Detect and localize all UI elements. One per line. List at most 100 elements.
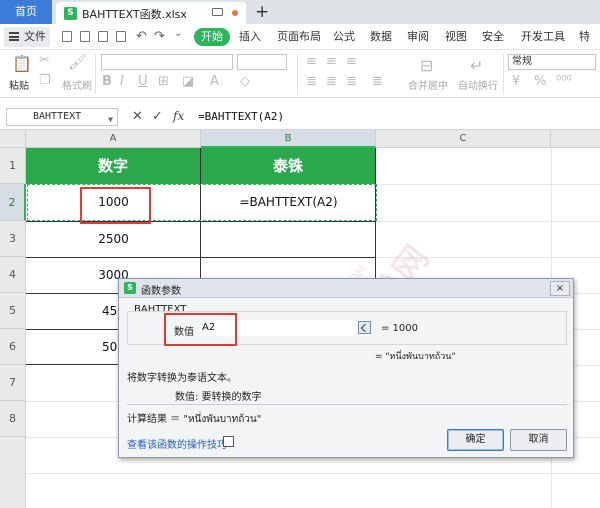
cut-icon[interactable]: ✂ bbox=[39, 53, 50, 68]
cell-b1[interactable]: 泰铢 bbox=[201, 148, 376, 184]
select-all-corner[interactable] bbox=[0, 130, 26, 148]
function-result-preview: = "หนึ่งพันบาทถ้วน" bbox=[375, 352, 456, 362]
dialog-divider bbox=[127, 404, 567, 405]
formula-bar: BAHTTEXT ▼ ✕ ✓ fx =BAHTTEXT(A2) bbox=[0, 104, 600, 130]
table-border bbox=[26, 257, 376, 258]
font-name-select[interactable] bbox=[101, 54, 233, 70]
row-header-7[interactable]: 7 bbox=[0, 365, 26, 401]
screen-icon[interactable] bbox=[212, 8, 223, 16]
ribbon-divider bbox=[95, 54, 96, 94]
row-header-6[interactable]: 6 bbox=[0, 329, 26, 365]
name-box-value: BAHTTEXT bbox=[33, 111, 82, 122]
chevron-down-icon[interactable]: ⌄ bbox=[174, 28, 182, 39]
close-icon[interactable]: × bbox=[550, 281, 570, 296]
collapse-dialog-icon[interactable] bbox=[358, 321, 371, 334]
wrap-text-icon[interactable]: ↵ bbox=[470, 56, 483, 75]
save-icon[interactable] bbox=[62, 31, 72, 42]
clear-format-icon[interactable]: ◇ bbox=[240, 74, 250, 89]
paste-button[interactable]: 粘贴 bbox=[9, 77, 29, 92]
file-tab-label: BAHTTEXT函数.xlsx bbox=[82, 8, 187, 21]
tab-start[interactable]: 开始 bbox=[194, 28, 230, 46]
thousands-icon[interactable]: ⁰⁰⁰ bbox=[556, 74, 572, 89]
fill-color-icon[interactable]: ◪ bbox=[182, 74, 194, 89]
cell-a3[interactable]: 2500 bbox=[26, 221, 201, 257]
home-tab[interactable]: 首页 bbox=[0, 0, 52, 24]
column-header-c[interactable]: C bbox=[376, 130, 551, 148]
confirm-icon[interactable]: ✓ bbox=[152, 109, 163, 124]
row-header-3[interactable]: 3 bbox=[0, 221, 26, 257]
percent-icon[interactable]: % bbox=[534, 74, 546, 89]
row-header-5[interactable]: 5 bbox=[0, 293, 26, 329]
gridline bbox=[376, 184, 600, 185]
new-tab-button[interactable]: + bbox=[255, 1, 269, 23]
wps-sheet-icon: S bbox=[64, 7, 77, 20]
chevron-down-icon[interactable]: ▼ bbox=[108, 112, 113, 128]
dialog-title-bar[interactable]: S 函数参数 × bbox=[119, 279, 573, 298]
menu-bar: 文件 开始 插入 页面布局 公式 数据 审阅 视图 安全 开发工具 特色 bbox=[0, 24, 600, 69]
row-header-2[interactable]: 2 bbox=[0, 184, 26, 221]
ok-button[interactable]: 确定 bbox=[447, 429, 504, 451]
copy-icon[interactable]: ❐ bbox=[39, 73, 51, 88]
function-description: 将数字转换为泰语文本。 bbox=[127, 373, 237, 384]
gridline bbox=[26, 473, 600, 474]
row-header-8[interactable]: 8 bbox=[0, 401, 26, 437]
justify-icon[interactable]: ≣ bbox=[372, 74, 383, 89]
row-header-blank bbox=[0, 437, 26, 508]
cancel-button[interactable]: 取消 bbox=[510, 429, 567, 451]
format-painter-button[interactable]: 格式刷 bbox=[62, 77, 92, 92]
align-top-icon[interactable]: ≡ bbox=[306, 54, 317, 69]
export-icon[interactable] bbox=[116, 31, 126, 42]
tab-review[interactable]: 审阅 bbox=[407, 24, 429, 50]
merge-center-button[interactable]: 合并居中 bbox=[408, 77, 448, 92]
bold-icon[interactable]: B bbox=[102, 74, 112, 89]
wrap-text-button[interactable]: 自动换行 bbox=[458, 77, 498, 92]
video-tutorial-icon[interactable] bbox=[223, 436, 234, 447]
tab-view[interactable]: 视图 bbox=[445, 24, 467, 50]
wps-sheet-icon: S bbox=[124, 282, 136, 294]
name-box[interactable]: BAHTTEXT ▼ bbox=[6, 108, 118, 126]
tab-insert[interactable]: 插入 bbox=[239, 24, 261, 50]
dialog-title: 函数参数 bbox=[141, 286, 181, 297]
formula-input[interactable]: =BAHTTEXT(A2) bbox=[198, 110, 284, 123]
paste-icon[interactable]: 📋 bbox=[12, 54, 32, 73]
column-header-a[interactable]: A bbox=[26, 130, 201, 148]
insert-function-icon[interactable]: fx bbox=[173, 109, 184, 123]
underline-icon[interactable]: U bbox=[138, 74, 148, 89]
help-link[interactable]: 查看该函数的操作技巧 bbox=[127, 436, 227, 451]
align-left-icon[interactable]: ≣ bbox=[306, 74, 317, 89]
function-arguments-dialog: S 函数参数 × BAHTTEXT 数值 = 1000 = "หนึ่งพันบ… bbox=[118, 278, 574, 458]
align-center-icon[interactable]: ≣ bbox=[326, 74, 337, 89]
print-icon[interactable] bbox=[80, 31, 90, 42]
cell-a1[interactable]: 数字 bbox=[26, 148, 201, 184]
cancel-icon[interactable]: ✕ bbox=[132, 109, 143, 124]
file-tab[interactable]: S BAHTTEXT函数.xlsx bbox=[56, 2, 246, 24]
align-bottom-icon[interactable]: ≡ bbox=[346, 54, 357, 69]
tab-data[interactable]: 数据 bbox=[370, 24, 392, 50]
merge-center-icon[interactable]: ⊟ bbox=[420, 56, 433, 75]
row-header-4[interactable]: 4 bbox=[0, 257, 26, 293]
undo-icon[interactable]: ↶ bbox=[136, 29, 147, 44]
preview-icon[interactable] bbox=[98, 31, 108, 42]
file-menu-label: 文件 bbox=[24, 30, 46, 43]
tab-page-layout[interactable]: 页面布局 bbox=[277, 24, 321, 50]
align-middle-icon[interactable]: ≡ bbox=[326, 54, 337, 69]
format-painter-icon[interactable]: 🖌 bbox=[68, 53, 87, 71]
align-right-icon[interactable]: ≣ bbox=[346, 74, 357, 89]
tab-formulas[interactable]: 公式 bbox=[333, 24, 355, 50]
column-header-d[interactable] bbox=[551, 130, 600, 148]
file-menu-button[interactable]: 文件 bbox=[4, 27, 50, 47]
column-header-b[interactable]: B bbox=[201, 130, 376, 148]
tab-developer[interactable]: 开发工具 bbox=[521, 24, 565, 50]
border-icon[interactable]: ⊞ bbox=[158, 74, 169, 89]
tab-special[interactable]: 特色 bbox=[579, 24, 600, 69]
redo-icon[interactable]: ↷ bbox=[154, 29, 165, 44]
ribbon-divider bbox=[297, 54, 298, 94]
font-size-select[interactable] bbox=[237, 54, 287, 70]
italic-icon[interactable]: I bbox=[120, 74, 124, 89]
row-header-1[interactable]: 1 bbox=[0, 148, 26, 184]
table-border bbox=[26, 221, 376, 222]
number-format-select[interactable]: 常规 bbox=[508, 54, 596, 70]
currency-icon[interactable]: ¥ bbox=[512, 74, 520, 89]
font-color-icon[interactable]: A bbox=[210, 74, 219, 89]
tab-security[interactable]: 安全 bbox=[482, 24, 504, 50]
